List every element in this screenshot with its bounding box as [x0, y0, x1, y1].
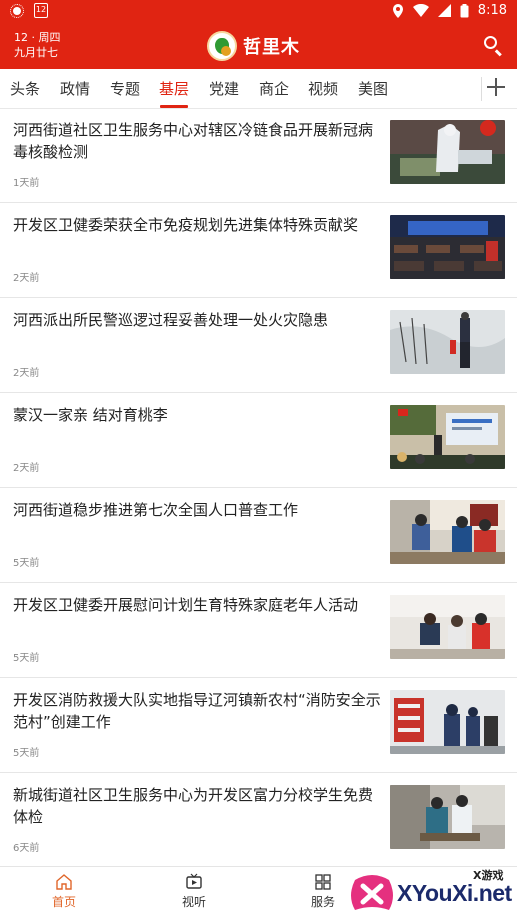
news-thumbnail	[390, 500, 505, 564]
news-item[interactable]: 河西街道稳步推进第七次全国人口普查工作 5天前	[0, 488, 517, 583]
news-thumbnail	[390, 310, 505, 374]
news-item[interactable]: 新城街道社区卫生服务中心为开发区富力分校学生免费体检 6天前	[0, 773, 517, 868]
site-watermark: X游戏 XYouXi.net	[345, 866, 517, 920]
logo-mark-icon	[207, 31, 237, 61]
watermark-text: XYouXi.net	[397, 880, 512, 906]
news-title: 河西街道社区卫生服务中心对辖区冷链食品开展新冠病毒核酸检测	[13, 121, 374, 161]
gamepad-logo-icon	[351, 875, 393, 910]
news-title: 河西派出所民警巡逻过程妥善处理一处火灾隐患	[13, 311, 329, 329]
grid-icon	[314, 873, 332, 891]
news-thumbnail	[390, 405, 505, 469]
news-time: 2天前	[13, 273, 40, 284]
tab-video[interactable]: 视频	[308, 78, 338, 99]
news-time: 5天前	[13, 653, 40, 664]
news-title: 蒙汉一家亲 结对育桃李	[13, 406, 168, 424]
news-time: 5天前	[13, 558, 40, 569]
news-thumbnail	[390, 690, 505, 754]
news-thumbnail	[390, 785, 505, 849]
tab-party[interactable]: 党建	[209, 78, 239, 99]
news-item[interactable]: 开发区卫健委开展慰问计划生育特殊家庭老年人活动 5天前	[0, 583, 517, 678]
news-item[interactable]: 河西派出所民警巡逻过程妥善处理一处火灾隐患 2天前	[0, 298, 517, 393]
news-title: 新城街道社区卫生服务中心为开发区富力分校学生免费体检	[13, 786, 374, 826]
news-time: 1天前	[13, 178, 40, 189]
news-time: 5天前	[13, 748, 40, 759]
calendar-icon: 12	[34, 3, 48, 18]
news-thumbnail	[390, 120, 505, 184]
app-logo: 哲里木	[207, 31, 300, 61]
tab-business[interactable]: 商企	[259, 78, 289, 99]
news-thumbnail	[390, 215, 505, 279]
news-title: 开发区卫健委荣获全市免疫规划先进集体特殊贡献奖	[13, 216, 359, 234]
nav-video[interactable]: 视听	[164, 873, 224, 910]
news-item[interactable]: 开发区卫健委荣获全市免疫规划先进集体特殊贡献奖 2天前	[0, 203, 517, 298]
nav-services[interactable]: 服务	[293, 873, 353, 910]
home-icon	[55, 873, 73, 891]
tab-headlines[interactable]: 头条	[10, 78, 40, 99]
battery-icon	[460, 3, 469, 17]
date-display: 12 · 周四 九月廿七	[14, 30, 61, 60]
app-name: 哲里木	[243, 37, 300, 58]
tab-topics[interactable]: 专题	[110, 78, 140, 99]
nav-home[interactable]: 首页	[34, 873, 94, 910]
tab-politics[interactable]: 政情	[60, 78, 90, 99]
tabs-divider	[481, 77, 482, 101]
news-item[interactable]: 河西街道社区卫生服务中心对辖区冷链食品开展新冠病毒核酸检测 1天前	[0, 108, 517, 203]
brightness-icon	[10, 3, 24, 18]
wifi-icon	[412, 4, 429, 17]
add-channel-icon[interactable]	[486, 77, 506, 97]
app-header: 12 · 周四 九月廿七 哲里木	[0, 24, 517, 69]
status-time: 8:18	[477, 3, 507, 18]
date-lunar: 九月廿七	[14, 46, 58, 59]
search-button[interactable]	[483, 35, 505, 57]
tab-grassroots[interactable]: 基层	[159, 78, 189, 99]
nav-video-label: 视听	[181, 895, 206, 909]
news-time: 2天前	[13, 368, 40, 379]
nav-home-label: 首页	[51, 895, 76, 909]
channel-tabs: 头条 政情 专题 基层 党建 商企 视频 美图	[0, 69, 517, 109]
news-thumbnail	[390, 595, 505, 659]
news-title: 河西街道稳步推进第七次全国人口普查工作	[13, 501, 299, 519]
signal-icon	[437, 4, 451, 17]
news-item[interactable]: 开发区消防救援大队实地指导辽河镇新农村“消防安全示范村”创建工作 5天前	[0, 678, 517, 773]
video-icon	[185, 873, 203, 891]
tab-gallery[interactable]: 美图	[358, 78, 388, 99]
news-title: 开发区消防救援大队实地指导辽河镇新农村“消防安全示范村”创建工作	[13, 691, 381, 731]
location-icon	[392, 3, 403, 18]
date-weekday: 12 · 周四	[14, 31, 61, 44]
status-bar: 12 8:18	[0, 0, 517, 24]
nav-services-label: 服务	[310, 895, 335, 909]
news-time: 2天前	[13, 463, 40, 474]
news-title: 开发区卫健委开展慰问计划生育特殊家庭老年人活动	[13, 596, 359, 614]
news-item[interactable]: 蒙汉一家亲 结对育桃李 2天前	[0, 393, 517, 488]
news-time: 6天前	[13, 843, 40, 854]
search-icon	[484, 36, 497, 49]
